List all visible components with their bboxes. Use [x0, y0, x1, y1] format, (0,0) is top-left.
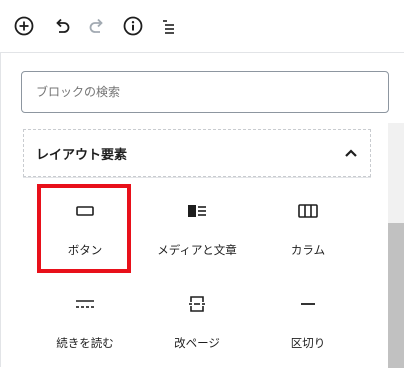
category-divider — [23, 177, 371, 178]
block-search-box[interactable] — [21, 71, 389, 113]
block-item-media-text[interactable]: メディアと文章 — [145, 188, 249, 274]
category-title: レイアウト要素 — [36, 147, 128, 163]
plus-circle-icon — [14, 16, 34, 36]
info-button[interactable] — [120, 13, 146, 39]
media-text-icon — [188, 205, 206, 217]
block-label: メディアと文章 — [157, 243, 237, 257]
undo-icon — [56, 18, 70, 33]
block-label: 区切り — [290, 336, 326, 350]
list-outline-icon — [163, 20, 174, 34]
redo-button[interactable] — [84, 13, 110, 39]
block-label: 改ページ — [174, 336, 220, 350]
info-icon — [123, 16, 143, 36]
page-break-icon — [189, 296, 205, 312]
columns-icon — [298, 204, 318, 218]
separator-icon — [301, 303, 315, 305]
highlight-frame — [37, 184, 131, 273]
outline-button[interactable] — [156, 13, 182, 39]
category-header-layout[interactable]: レイアウト要素 — [23, 129, 371, 177]
chevron-up-icon — [345, 149, 357, 157]
editor-toolbar — [0, 0, 404, 52]
redo-icon — [89, 18, 103, 33]
scrollbar-thumb[interactable] — [388, 223, 404, 368]
block-item-columns[interactable]: カラム — [256, 188, 360, 274]
block-item-separator[interactable]: 区切り — [256, 281, 360, 367]
block-item-more[interactable]: 続きを読む — [33, 281, 137, 367]
add-block-button[interactable] — [11, 13, 37, 39]
block-item-page-break[interactable]: 改ページ — [145, 281, 249, 367]
more-icon — [76, 300, 94, 308]
block-label: 続きを読む — [56, 336, 114, 350]
block-label: カラム — [290, 243, 326, 257]
undo-button[interactable] — [49, 13, 75, 39]
block-search-input[interactable] — [22, 72, 388, 112]
